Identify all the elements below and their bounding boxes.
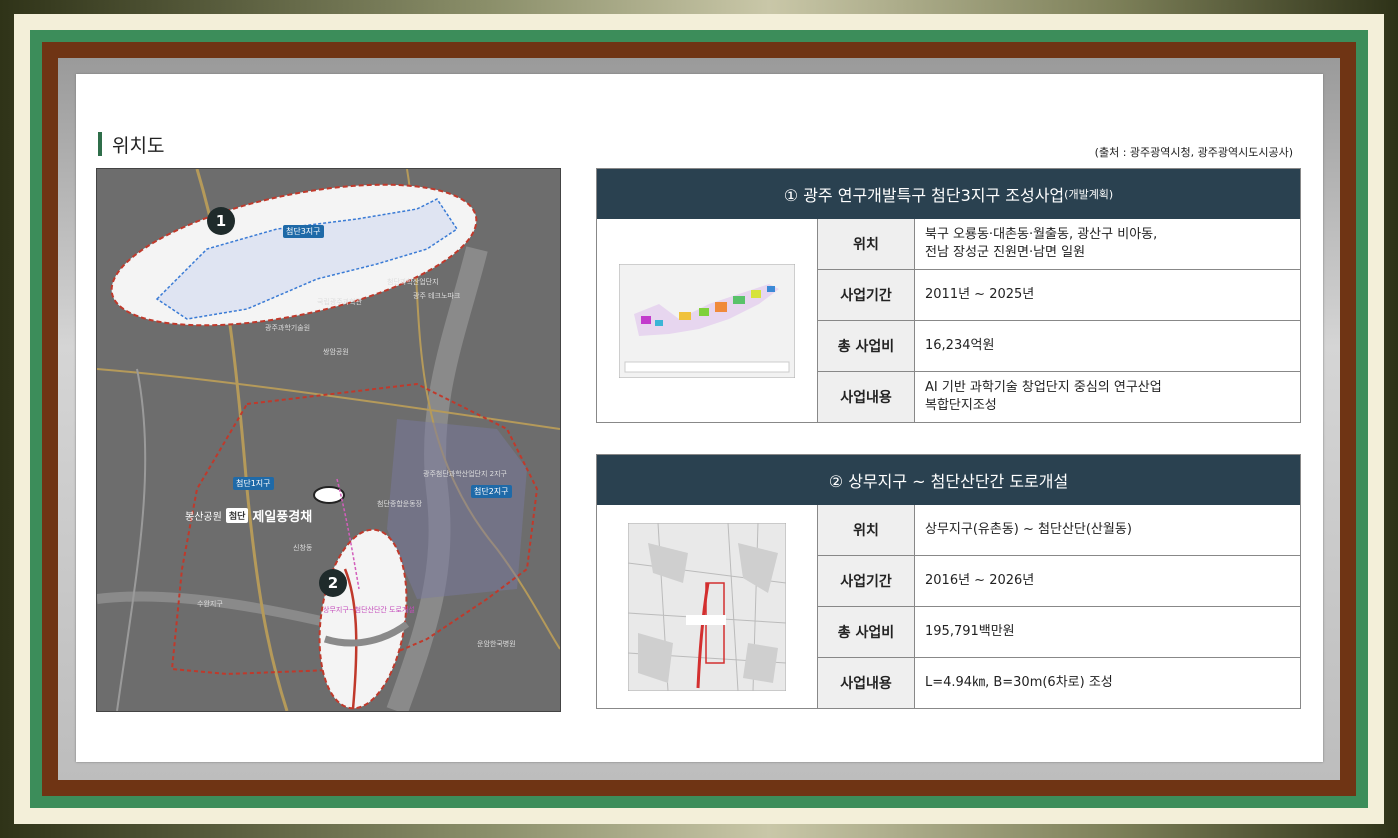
zone1-badge: 첨단1지구 [233, 477, 274, 490]
row-label: 사업기간 [818, 556, 915, 606]
route-map-image [628, 522, 786, 691]
table-row: 위치 상무지구(유촌동) ~ 첨단산단(산월동) [818, 505, 1300, 556]
map-label: 국립광주과학관 [317, 298, 363, 306]
project-table-2: ② 상무지구 ~ 첨단산단간 도로개설 위치 상무지구(유촌동) ~ 첨단산단(… [596, 454, 1301, 709]
project-table-2-body: 위치 상무지구(유촌동) ~ 첨단산단(산월동) 사업기간 2016년 ~ 20… [597, 505, 1300, 708]
row-value: AI 기반 과학기술 창업단지 중심의 연구산업 복합단지조성 [925, 380, 1162, 413]
row-value: 2016년 ~ 2026년 [925, 573, 1035, 588]
zone3-badge: 첨단3지구 [283, 225, 324, 238]
table-row: 사업내용 L=4.94㎞, B=30m(6차로) 조성 [818, 658, 1300, 708]
row-label: 사업내용 [818, 372, 915, 422]
row-label: 사업기간 [818, 270, 915, 320]
row-value: 16,234억원 [925, 338, 995, 353]
table-row: 사업기간 2011년 ~ 2025년 [818, 270, 1300, 321]
table-row: 사업내용 AI 기반 과학기술 창업단지 중심의 연구산업 복합단지조성 [818, 372, 1300, 422]
row-value: L=4.94㎞, B=30m(6차로) 조성 [925, 675, 1113, 690]
road-project-label: 상무지구~첨단산단간 도로개설 [323, 606, 415, 614]
section-title: 위치도 [98, 132, 165, 157]
table-row: 총 사업비 195,791백만원 [818, 607, 1300, 658]
row-value: 2011년 ~ 2025년 [925, 287, 1035, 302]
section-title-text: 위치도 [112, 134, 165, 157]
map-label: 첨단종합운동장 [377, 500, 423, 508]
table-row: 총 사업비 16,234억원 [818, 321, 1300, 372]
map-label: 신창동 [293, 544, 313, 552]
row-value: 북구 오룡동·대촌동·월출동, 광산구 비아동, 전남 장성군 진원면·남면 일… [925, 227, 1158, 260]
project-table-1-body: 위치 북구 오룡동·대촌동·월출동, 광산구 비아동, 전남 장성군 진원면·남… [597, 219, 1300, 422]
map-label: 광주과학기술원 [265, 324, 311, 332]
map-marker-1: 1 [207, 207, 235, 235]
park-name: 봉산공원 [185, 512, 222, 523]
site-location-label: 봉산공원 첨단 제일풍경채 [185, 506, 312, 525]
project-1-rows: 위치 북구 오룡동·대촌동·월출동, 광산구 비아동, 전남 장성군 진원면·남… [818, 219, 1300, 422]
row-label: 총 사업비 [818, 321, 915, 371]
project-1-title: ① 광주 연구개발특구 첨단3지구 조성사업 [783, 186, 1065, 205]
table-row: 사업기간 2016년 ~ 2026년 [818, 556, 1300, 607]
plan-image [619, 263, 795, 378]
map-graphics [97, 169, 560, 711]
slide: 위치도 (출처 : 광주광역시청, 광주광역시도시공사) 1 2 첨단3지구 첨… [76, 74, 1323, 762]
project-table-2-header: ② 상무지구 ~ 첨단산단간 도로개설 [597, 455, 1300, 505]
map-label: 첨단과학산업단지 [387, 278, 439, 286]
location-map: 1 2 첨단3지구 첨단1지구 첨단2지구 국립광주과학관 광주과학기술원 첨단… [96, 168, 561, 712]
project-table-1: ① 광주 연구개발특구 첨단3지구 조성사업 (개발계획) 위치 북구 오룡동·… [596, 168, 1301, 423]
map-label: 쌍암공원 [323, 348, 349, 356]
project-2-route-thumbnail [597, 505, 818, 708]
row-label: 총 사업비 [818, 607, 915, 657]
project-2-title: ② 상무지구 ~ 첨단산단간 도로개설 [828, 472, 1069, 491]
project-table-1-header: ① 광주 연구개발특구 첨단3지구 조성사업 (개발계획) [597, 169, 1300, 219]
map-label: 광주첨단과학산업단지 2지구 [423, 470, 507, 478]
table-row: 위치 북구 오룡동·대촌동·월출동, 광산구 비아동, 전남 장성군 진원면·남… [818, 219, 1300, 270]
company-name: 제일풍경채 [252, 510, 313, 525]
row-value: 상무지구(유촌동) ~ 첨단산단(산월동) [925, 522, 1132, 537]
area-tag: 첨단 [225, 508, 249, 523]
map-label: 수완지구 [197, 600, 223, 608]
project-1-plan-thumbnail [597, 219, 818, 422]
project-2-rows: 위치 상무지구(유촌동) ~ 첨단산단(산월동) 사업기간 2016년 ~ 20… [818, 505, 1300, 708]
row-label: 위치 [818, 505, 915, 555]
source-note: (출처 : 광주광역시청, 광주광역시도시공사) [1094, 146, 1293, 159]
map-marker-2: 2 [319, 569, 347, 597]
row-label: 사업내용 [818, 658, 915, 708]
project-1-title-note: (개발계획) [1064, 188, 1114, 201]
title-accent-bar [98, 132, 102, 156]
map-label: 광주 테크노파크 [413, 292, 461, 300]
zone2-badge: 첨단2지구 [471, 485, 512, 498]
map-label: 운암한국병원 [477, 640, 516, 648]
row-label: 위치 [818, 219, 915, 269]
row-value: 195,791백만원 [925, 624, 1015, 639]
